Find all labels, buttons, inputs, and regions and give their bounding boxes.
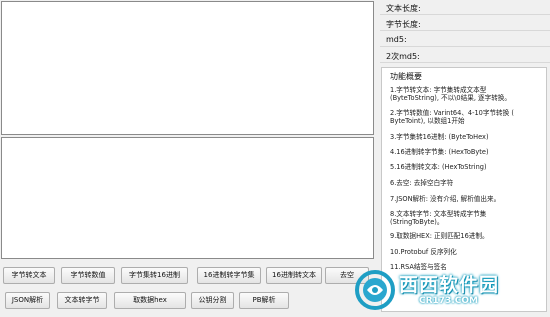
output-textarea[interactable] xyxy=(1,137,374,259)
md5-label: md5: xyxy=(386,35,407,44)
hex-to-bytes-button[interactable]: 16进制转字节集 xyxy=(197,267,261,284)
feature-item: 6.去空: 去掉空白字符 xyxy=(390,179,454,187)
watermark-name: 西西软件园 xyxy=(399,274,500,296)
hex-to-text-button[interactable]: 16进制转文本 xyxy=(266,267,322,284)
feature-item: 8.文本转字节: 文本型转成字节集 (StringToByte)。 xyxy=(390,210,487,226)
feature-item: 7.JSON解析: 没有介绍, 解析值出来。 xyxy=(390,195,501,203)
watermark-logo-icon xyxy=(355,270,395,310)
text-to-bytes-button[interactable]: 文本转字节 xyxy=(57,292,107,309)
feature-item: 10.Protobuf 反序列化 xyxy=(390,248,457,256)
bytes-to-hex-button[interactable]: 字节集转16进制 xyxy=(121,267,188,284)
extract-hex-button[interactable]: 取数据hex xyxy=(114,292,186,309)
feature-item: 2.字节转数值: Varint64、4-10字节转换 ( ByteToint),… xyxy=(390,109,514,125)
feature-item: 5.16进制转文本: (HexToString) xyxy=(390,163,487,171)
feature-item: 1.字节转文本: 字节集转成文本型 (ByteToString), 不以\0结果… xyxy=(390,86,511,102)
byte-length-value xyxy=(422,18,542,29)
divider xyxy=(380,30,550,31)
pubkey-split-button[interactable]: 公钥分割 xyxy=(191,292,234,309)
md5-twice-value[interactable] xyxy=(422,50,542,61)
input-textarea[interactable] xyxy=(1,1,374,135)
feature-summary-title: 功能概要 xyxy=(390,72,422,81)
feature-item: 9.取数据HEX: 正则匹配16进制。 xyxy=(390,232,489,240)
watermark: 西西软件园 CR173.COM xyxy=(353,264,550,317)
watermark-url: CR173.COM xyxy=(419,296,478,306)
json-parse-button[interactable]: JSON解析 xyxy=(5,292,50,309)
md5-value[interactable] xyxy=(422,34,542,45)
divider xyxy=(380,46,550,47)
byte-to-text-button[interactable]: 字节转文本 xyxy=(3,267,55,284)
text-length-label: 文本长度: xyxy=(386,4,421,13)
feature-item: 3.字节集转16进制: (ByteToHex) xyxy=(390,133,489,141)
text-length-value xyxy=(422,2,542,13)
divider xyxy=(380,14,550,15)
feature-item: 4.16进制转字节集: (HexToByte) xyxy=(390,148,489,156)
md5-twice-label: 2次md5: xyxy=(386,52,420,61)
byte-length-label: 字节长度: xyxy=(386,20,421,29)
pb-parse-button[interactable]: PB解析 xyxy=(239,292,289,309)
byte-to-number-button[interactable]: 字节转数值 xyxy=(61,267,115,284)
divider xyxy=(380,62,550,63)
